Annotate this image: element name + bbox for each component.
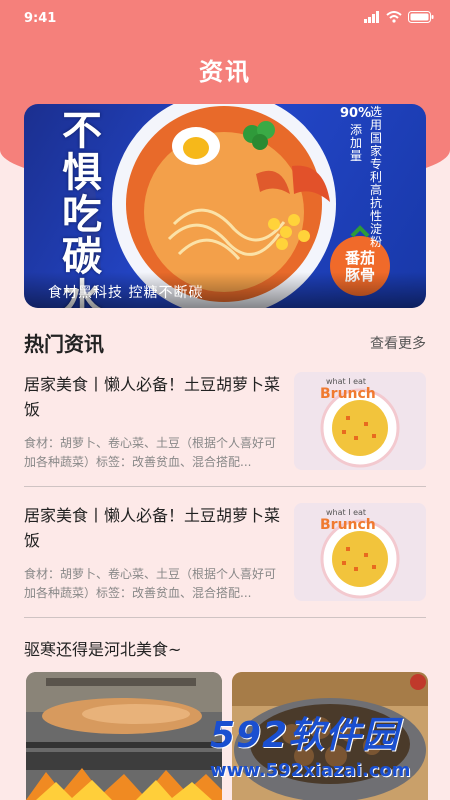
- thumb-caption-top: what I eat: [326, 508, 366, 517]
- news-desc: 食材：胡萝卜、卷心菜、土豆（根据个人喜好可加各种蔬菜）标签：改善贫血、混合搭配.…: [24, 436, 277, 469]
- section-title: 热门资讯: [24, 332, 104, 356]
- page-title: 资讯: [199, 58, 251, 86]
- banner-caption: 食材黑科技 控糖不断碳: [24, 272, 426, 308]
- watermark-logo: 592软件园 www.592xiazai.com: [210, 706, 440, 794]
- signal-icon: [364, 11, 379, 23]
- news-thumbnail: what I eat Brunch: [294, 503, 426, 601]
- news-title: 居家美食丨懒人必备！土豆胡萝卜菜饭: [24, 375, 281, 419]
- photo-card-roast[interactable]: [26, 672, 222, 800]
- banner-badge-percent: 90%: [340, 106, 372, 121]
- battery-icon: [408, 11, 434, 23]
- divider: [24, 486, 426, 487]
- thumb-caption-top: what I eat: [326, 377, 366, 386]
- thumb-caption-word: Brunch: [320, 386, 376, 402]
- news-thumbnail: what I eat Brunch: [294, 372, 426, 470]
- status-time: 9:41: [24, 11, 57, 26]
- status-bar: 9:41: [0, 0, 450, 36]
- news-desc: 食材：胡萝卜、卷心菜、土豆（根据个人喜好可加各种蔬菜）标签：改善贫血、混合搭配.…: [24, 567, 277, 600]
- news-title: 居家美食丨懒人必备！土豆胡萝卜菜饭: [24, 506, 281, 550]
- section2-title: 驱寒还得是河北美食~: [24, 640, 182, 659]
- see-more-link[interactable]: 查看更多: [370, 333, 426, 353]
- roast-lamb-image: [26, 672, 222, 800]
- hot-news-header: 热门资讯 查看更多: [24, 328, 426, 358]
- wifi-icon: [386, 11, 402, 23]
- banner-side-text: 选用国家专利高抗性淀粉: [370, 105, 383, 249]
- watermark-brand: 592软件园: [210, 715, 400, 756]
- status-icons: [364, 11, 434, 23]
- news-item[interactable]: 居家美食丨懒人必备！土豆胡萝卜菜饭 食材：胡萝卜、卷心菜、土豆（根据个人喜好可加…: [24, 372, 426, 472]
- divider: [24, 617, 426, 618]
- food-plate-image: what I eat Brunch: [294, 503, 426, 601]
- promo-banner[interactable]: 不惧吃碳水 90% 添加量 选用国家专利高抗性淀粉 番茄豚骨 食材黑科技 控糖不…: [24, 104, 426, 308]
- news-item[interactable]: 居家美食丨懒人必备！土豆胡萝卜菜饭 食材：胡萝卜、卷心菜、土豆（根据个人喜好可加…: [24, 503, 426, 603]
- food-plate-image: what I eat Brunch: [294, 372, 426, 470]
- watermark-url: www.592xiazai.com: [210, 760, 411, 781]
- banner-badge-text: 添加量: [350, 123, 363, 163]
- thumb-caption-word: Brunch: [320, 517, 376, 533]
